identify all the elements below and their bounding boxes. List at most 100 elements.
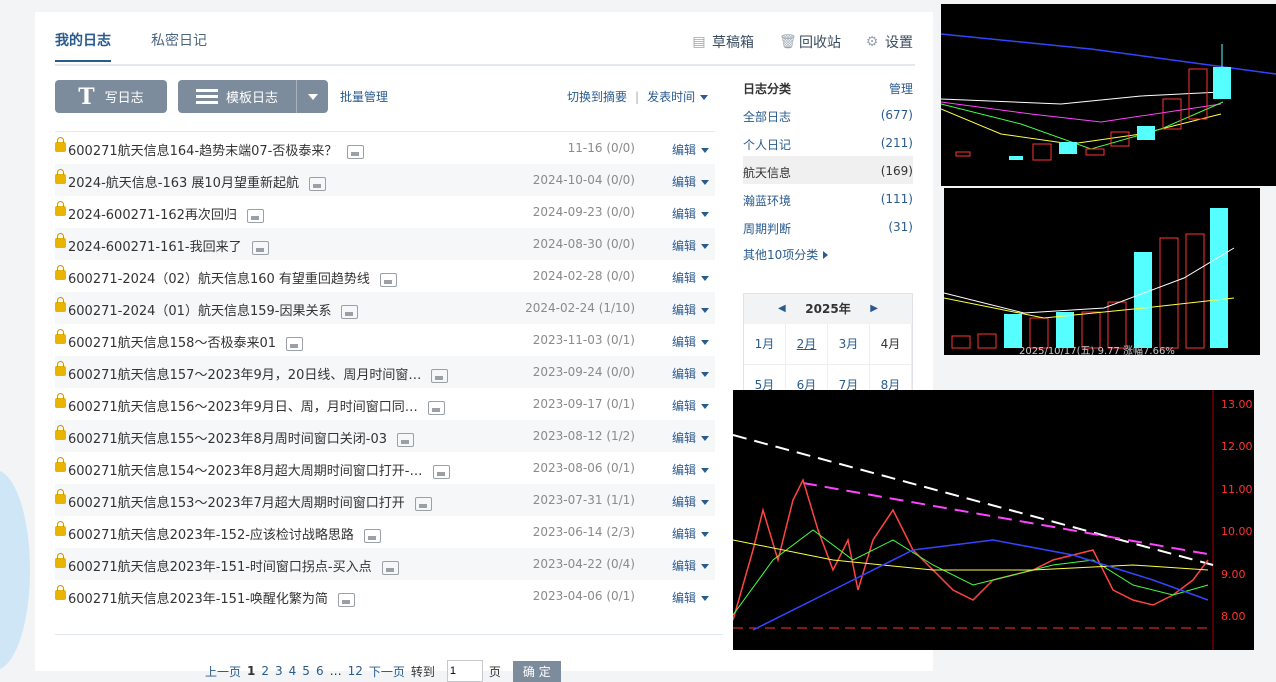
edit-dropdown[interactable]: 编辑 <box>672 141 709 158</box>
post-title-link[interactable]: 2024-600271-162再次回归 <box>68 204 264 223</box>
edit-dropdown[interactable]: 编辑 <box>672 237 709 254</box>
post-title: 600271-2024（01）航天信息159-因果关系 <box>68 304 332 319</box>
category-item[interactable]: 瀚蓝环境 (111) <box>743 184 913 212</box>
post-stats: (0/0) <box>606 173 635 187</box>
edit-label: 编辑 <box>671 495 696 509</box>
template-dropdown-button[interactable] <box>296 80 329 113</box>
post-stats: (1/10) <box>598 301 635 315</box>
page-6[interactable]: 6 <box>316 664 324 678</box>
post-title-link[interactable]: 600271航天信息2023年-151-唤醒化繁为简 <box>68 588 355 607</box>
post-title-link[interactable]: 2024-600271-161-我回来了 <box>68 236 269 255</box>
price-axis: 13.00 12.00 11.00 10.00 9.00 8.00 <box>1221 398 1253 623</box>
post-title-link[interactable]: 600271航天信息153～2023年7月超大周期时间窗口打开 <box>68 492 432 511</box>
price-tick: 9.00 <box>1221 568 1246 581</box>
image-icon <box>341 304 359 319</box>
post-title-link[interactable]: 2024-航天信息-163 展10月望重新起航 <box>68 172 326 191</box>
page-3[interactable]: 3 <box>275 664 283 678</box>
write-diary-button[interactable]: T 写日志 <box>55 80 167 113</box>
edit-dropdown[interactable]: 编辑 <box>672 589 709 606</box>
edit-label: 编辑 <box>671 207 696 221</box>
edit-dropdown[interactable]: 编辑 <box>672 333 709 350</box>
batch-manage-link[interactable]: 批量管理 <box>340 88 388 105</box>
switch-summary-link[interactable]: 切换到摘要 <box>567 90 627 104</box>
template-diary-button[interactable]: 模板日志 <box>178 80 328 113</box>
recycle-button[interactable]: 🗑 回收站 <box>779 32 841 52</box>
edit-dropdown[interactable]: 编辑 <box>672 365 709 382</box>
page-2[interactable]: 2 <box>261 664 269 678</box>
post-date: 2023-08-12 <box>532 429 603 443</box>
page-number-input[interactable] <box>446 660 483 682</box>
settings-button[interactable]: ⚙ 设置 <box>865 32 913 52</box>
post-title-link[interactable]: 600271航天信息2023年-152-应该检讨战略思路 <box>68 524 381 543</box>
post-stats: (0/1) <box>606 397 635 411</box>
prev-year-icon[interactable]: ◀ <box>778 294 786 324</box>
volume-chart: 2025/10/17(五) 9.77 涨幅7.66% <box>944 208 1235 355</box>
post-title-link[interactable]: 600271航天信息156～2023年9月日、周，月时间窗口同… <box>68 396 445 415</box>
post-title-link[interactable]: 600271航天信息154～2023年8月超大周期时间窗口打开-… <box>68 460 450 479</box>
edit-label: 编辑 <box>671 527 696 541</box>
image-icon <box>363 528 381 543</box>
confirm-page-button[interactable]: 确 定 <box>512 660 561 682</box>
post-title-link[interactable]: 600271航天信息158～否极泰来01 <box>68 332 303 351</box>
category-item[interactable]: 个人日记 (211) <box>743 128 913 156</box>
calendar-month[interactable]: 4月 <box>870 324 912 365</box>
page-5[interactable]: 5 <box>302 664 310 678</box>
edit-dropdown[interactable]: 编辑 <box>672 301 709 318</box>
category-item[interactable]: 全部日志 (677) <box>743 100 913 128</box>
edit-dropdown[interactable]: 编辑 <box>672 493 709 510</box>
post-title-link[interactable]: 600271航天信息2023年-151-时间窗口拐点-买入点 <box>68 556 399 575</box>
caret-down-icon <box>701 468 709 473</box>
post-title-link[interactable]: 600271-2024（01）航天信息159-因果关系 <box>68 300 359 319</box>
edit-dropdown[interactable]: 编辑 <box>672 269 709 286</box>
page-1[interactable]: 1 <box>247 664 255 678</box>
post-title-link[interactable]: 600271航天信息155～2023年8月周时间窗口关闭-03 <box>68 428 415 447</box>
caret-down-icon <box>701 532 709 537</box>
calendar-month[interactable]: 2月 <box>786 324 828 365</box>
candlestick-chart-thumbnail <box>941 4 1276 186</box>
settings-label: 设置 <box>885 35 913 51</box>
post-title: 600271航天信息157～2023年9月，20日线、周月时间窗… <box>68 368 422 383</box>
tab-my-diary[interactable]: 我的日志 <box>55 30 111 62</box>
edit-dropdown[interactable]: 编辑 <box>672 205 709 222</box>
lock-icon <box>55 521 66 536</box>
edit-label: 编辑 <box>671 399 696 413</box>
category-item[interactable]: 航天信息 (169) <box>743 156 913 184</box>
sort-dropdown[interactable]: 发表时间 <box>647 90 709 104</box>
edit-dropdown[interactable]: 编辑 <box>672 461 709 478</box>
post-stats: (0/0) <box>606 365 635 379</box>
category-item[interactable]: 周期判断 (31) <box>743 212 913 240</box>
post-title: 600271航天信息156～2023年9月日、周，月时间窗口同… <box>68 400 418 415</box>
price-tick: 10.00 <box>1221 525 1253 538</box>
edit-dropdown[interactable]: 编辑 <box>672 525 709 542</box>
calendar-month[interactable]: 1月 <box>744 324 786 365</box>
manage-categories-link[interactable]: 管理 <box>889 80 913 97</box>
text-icon: T <box>78 83 95 110</box>
more-categories-link[interactable]: 其他10项分类 <box>743 246 913 263</box>
calendar-month[interactable]: 3月 <box>828 324 870 365</box>
post-date: 2023-04-06 <box>532 589 603 603</box>
post-row: 600271航天信息157～2023年9月，20日线、周月时间窗… 2023-09… <box>55 356 715 388</box>
page-ellipsis: … <box>329 664 342 678</box>
post-row: 600271航天信息156～2023年9月日、周，月时间窗口同… 2023-09-… <box>55 388 715 420</box>
edit-dropdown[interactable]: 编辑 <box>672 397 709 414</box>
post-date-stats: 2024-08-30 (0/0) <box>533 237 635 251</box>
post-title-link[interactable]: 600271航天信息164-趋势末端07-否极泰来？ <box>68 140 365 159</box>
prev-page-link[interactable]: 上一页 <box>205 663 241 680</box>
price-tick: 8.00 <box>1221 610 1246 623</box>
tab-private-diary[interactable]: 私密日记 <box>151 30 207 50</box>
post-title: 600271-2024（02）航天信息160 有望重回趋势线 <box>68 272 370 287</box>
edit-label: 编辑 <box>671 367 696 381</box>
drafts-button[interactable]: ▤ 草稿箱 <box>692 32 754 52</box>
page-4[interactable]: 4 <box>289 664 297 678</box>
post-title-link[interactable]: 600271-2024（02）航天信息160 有望重回趋势线 <box>68 268 397 287</box>
trend-chart-thumbnail: 13.00 12.00 11.00 10.00 9.00 8.00 <box>733 390 1254 650</box>
edit-dropdown[interactable]: 编辑 <box>672 429 709 446</box>
edit-dropdown[interactable]: 编辑 <box>672 173 709 190</box>
post-row: 2024-航天信息-163 展10月望重新起航 2024-10-04 (0/0) 编… <box>55 164 715 196</box>
drafts-label: 草稿箱 <box>712 35 754 51</box>
edit-dropdown[interactable]: 编辑 <box>672 557 709 574</box>
post-title-link[interactable]: 600271航天信息157～2023年9月，20日线、周月时间窗… <box>68 364 449 383</box>
page-12[interactable]: 12 <box>348 664 363 678</box>
next-year-icon[interactable]: ▶ <box>870 294 878 324</box>
next-page-link[interactable]: 下一页 <box>369 663 405 680</box>
